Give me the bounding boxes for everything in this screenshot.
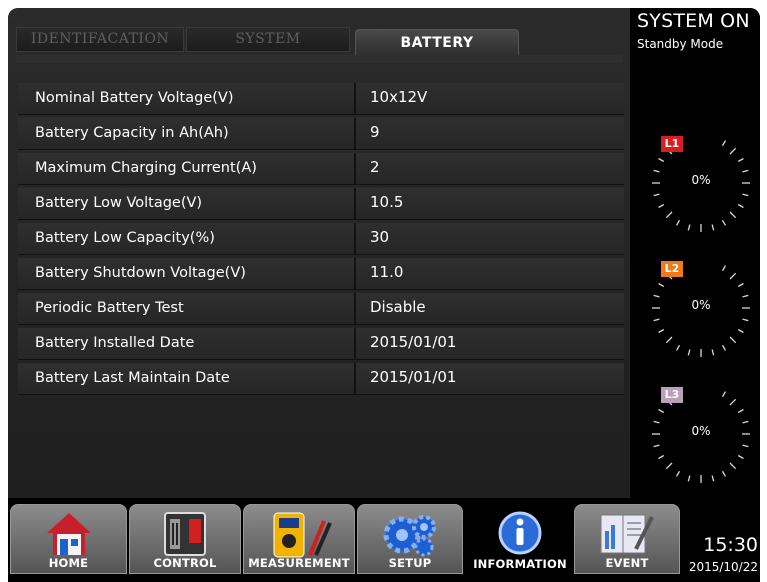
row-label: Battery Low Voltage(V) (18, 188, 356, 219)
row-label: Battery Last Maintain Date (18, 363, 356, 394)
display-panel: IDENTIFACATION SYSTEM BATTERY Nominal Ba… (8, 8, 760, 582)
row-label: Nominal Battery Voltage(V) (18, 83, 356, 114)
nav-label: MEASUREMENT (248, 556, 350, 570)
table-row: Nominal Battery Voltage(V) 10x12V (18, 83, 624, 115)
gauge-badge: L3 (661, 387, 683, 403)
row-value: 2 (370, 158, 380, 176)
table-row: Battery Shutdown Voltage(V) 11.0 (18, 258, 624, 290)
nav-label: HOME (48, 556, 89, 570)
gauge-badge: L1 (661, 136, 683, 152)
clock-date: 2015/10/22 (688, 560, 758, 574)
row-label: Maximum Charging Current(A) (18, 153, 356, 184)
tab-battery[interactable]: BATTERY (355, 29, 519, 56)
row-value: Disable (370, 298, 426, 316)
system-status: SYSTEM ON (637, 10, 750, 32)
nav-setup-button[interactable]: SETUP (357, 504, 463, 574)
table-row: Battery Installed Date 2015/01/01 (18, 328, 624, 360)
row-label: Battery Low Capacity(%) (18, 223, 356, 254)
row-value: 2015/01/01 (370, 333, 457, 351)
nav-event-button[interactable]: EVENT (574, 504, 680, 574)
gauge-value: 0% (691, 298, 711, 312)
load-gauge-l1: L1 0% (646, 128, 756, 238)
row-value: 2015/01/01 (370, 368, 457, 386)
nav-label: INFORMATION (473, 557, 567, 571)
tab-identification[interactable]: IDENTIFACATION (16, 27, 184, 52)
table-row: Battery Capacity in Ah(Ah) 9 (18, 118, 624, 150)
nav-label: EVENT (605, 556, 649, 570)
nav-label: CONTROL (153, 556, 217, 570)
table-row: Maximum Charging Current(A) 2 (18, 153, 624, 185)
table-row: Periodic Battery Test Disable (18, 293, 624, 325)
row-label: Battery Shutdown Voltage(V) (18, 258, 356, 289)
row-value: 10.5 (370, 193, 404, 211)
row-label: Periodic Battery Test (18, 293, 356, 324)
event-log-icon (600, 514, 654, 554)
table-row: Battery Last Maintain Date 2015/01/01 (18, 363, 624, 395)
battery-info-table: Nominal Battery Voltage(V) 10x12V Battery… (18, 83, 624, 398)
home-icon (46, 513, 91, 555)
clock-time: 15:30 (703, 534, 758, 556)
gauge-value: 0% (691, 173, 711, 187)
nav-control-button[interactable]: CONTROL (129, 504, 241, 574)
row-value: 10x12V (370, 88, 428, 106)
nav-information-button[interactable]: INFORMATION (465, 504, 575, 574)
nav-bar: HOME CONTROL MEASUREMENT SETUP INFORMATI… (8, 498, 680, 582)
tab-system[interactable]: SYSTEM (186, 27, 350, 52)
nav-measurement-button[interactable]: MEASUREMENT (243, 504, 355, 574)
row-label: Battery Installed Date (18, 328, 356, 359)
nav-home-button[interactable]: HOME (10, 504, 127, 574)
info-icon (498, 511, 542, 555)
ups-screen: IDENTIFACATION SYSTEM BATTERY Nominal Ba… (0, 0, 767, 582)
status-sidebar: SYSTEM ON Standby Mode L1 0% L2 0% L3 0%… (630, 8, 760, 582)
gears-icon (383, 515, 436, 557)
nav-label: SETUP (388, 556, 432, 570)
row-value: 30 (370, 228, 390, 246)
load-gauge-l2: L2 0% (646, 253, 756, 363)
gauge-badge: L2 (661, 261, 683, 277)
gauge-value: 0% (691, 424, 711, 438)
load-gauge-l3: L3 0% (646, 379, 756, 489)
row-value: 9 (370, 123, 380, 141)
main-content: IDENTIFACATION SYSTEM BATTERY Nominal Ba… (8, 8, 630, 498)
multimeter-icon (273, 512, 332, 558)
system-mode: Standby Mode (637, 37, 724, 51)
tab-underline (16, 55, 622, 63)
control-icon (164, 512, 206, 556)
row-label: Battery Capacity in Ah(Ah) (18, 118, 356, 149)
table-row: Battery Low Capacity(%) 30 (18, 223, 624, 255)
row-value: 11.0 (370, 263, 404, 281)
table-row: Battery Low Voltage(V) 10.5 (18, 188, 624, 220)
